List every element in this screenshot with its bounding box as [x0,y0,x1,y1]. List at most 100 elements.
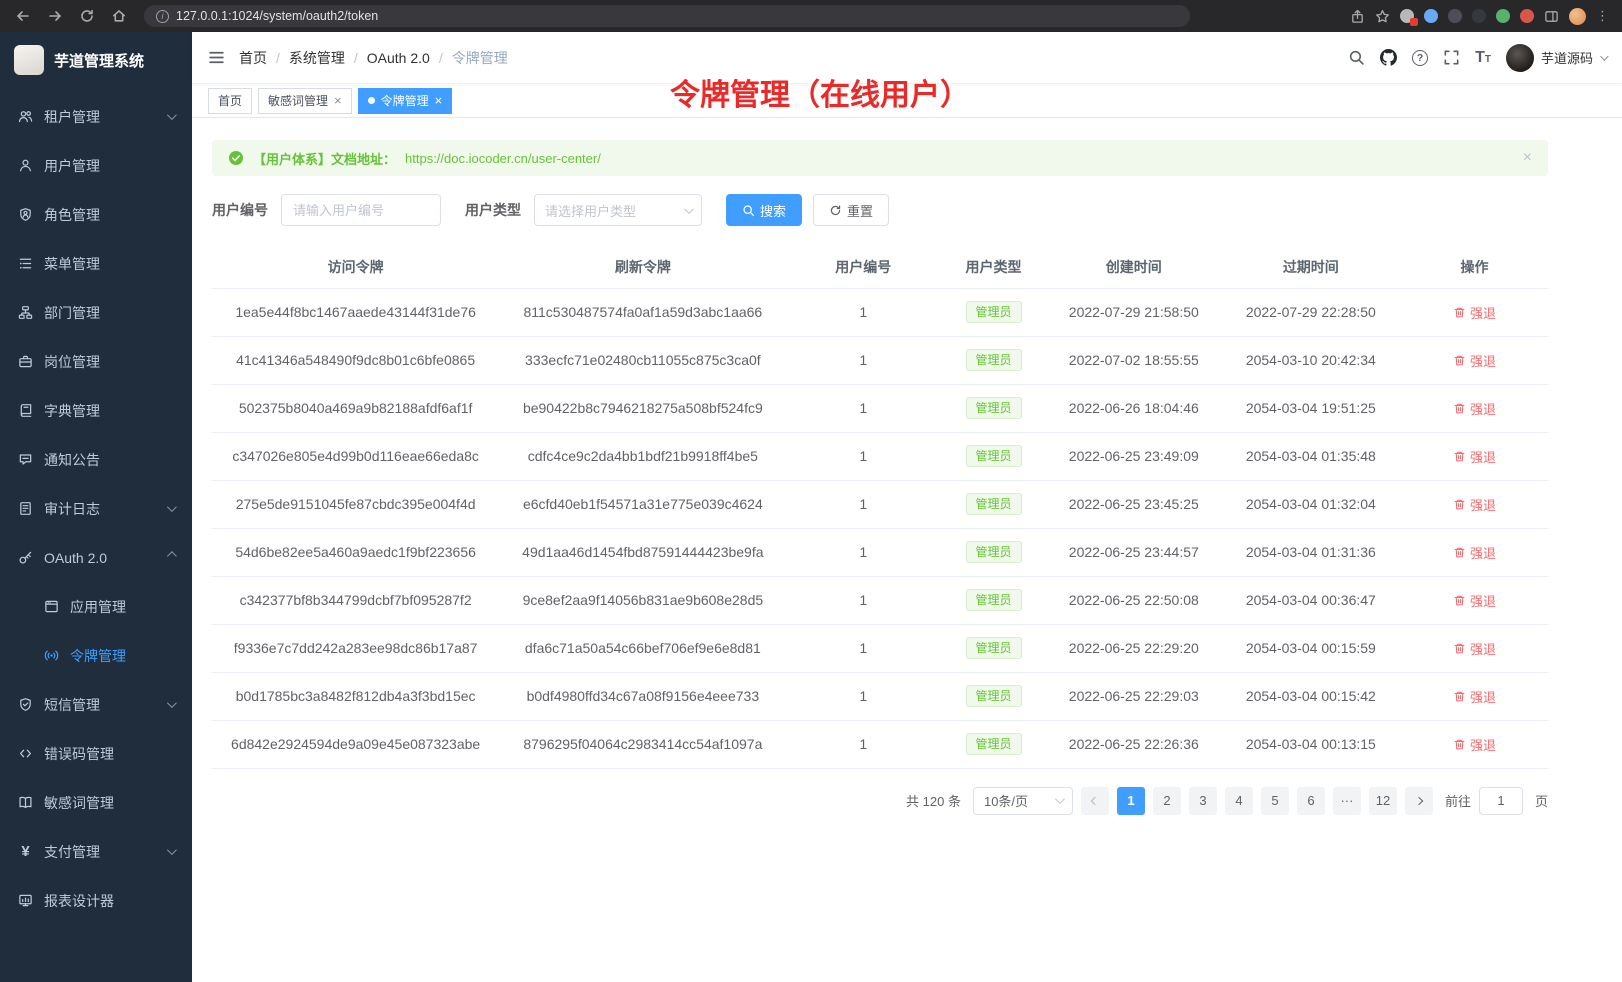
fullscreen-icon[interactable] [1443,49,1460,66]
sidebar-item-oauth-app[interactable]: 应用管理 [0,582,192,631]
help-icon[interactable]: ? [1412,50,1428,66]
close-icon[interactable]: × [435,94,443,107]
col-refresh-token: 刷新令牌 [499,246,786,288]
close-icon[interactable]: × [334,94,342,107]
force-logout-button[interactable]: 强退 [1453,735,1496,754]
font-size-icon[interactable]: TT [1475,49,1491,67]
more-menu-icon[interactable]: ⋮ [1596,8,1610,24]
sidebar-item-post[interactable]: 岗位管理 [0,337,192,386]
sidebar-item-sensitive-word[interactable]: 敏感词管理 [0,778,192,827]
user-menu[interactable]: 芋道源码 [1506,44,1606,72]
user-id-input[interactable] [281,194,441,226]
chart-monitor-icon [18,893,33,908]
refresh-token-cell: e6cfd40eb1f54571a31e775e039c4624 [499,480,786,528]
browser-profile-avatar[interactable] [1569,8,1586,25]
page-content: 【用户体系】文档地址： https://doc.iocoder.cn/user-… [192,118,1622,982]
force-logout-button[interactable]: 强退 [1453,399,1496,418]
filter-bar: 用户编号 用户类型 请选择用户类型 搜索 [212,194,1548,226]
prev-page-button[interactable] [1081,787,1109,815]
close-icon[interactable]: × [1523,149,1532,167]
breadcrumb-system[interactable]: 系统管理 [289,48,345,68]
table-row: c342377bf8b344799dcbf7bf095287f2 9ce8ef2… [212,576,1548,624]
sidebar-item-notice[interactable]: 通知公告 [0,435,192,484]
sidebar-item-oauth-token[interactable]: 令牌管理 [0,631,192,680]
extension-green-icon[interactable] [1496,9,1510,23]
reset-button[interactable]: 重置 [813,194,889,226]
pagination: 共 120 条 10条/页 1 2 3 4 5 6 ··· 12 前往 页 [212,787,1548,815]
tab-home[interactable]: 首页 [208,88,252,114]
sidebar-item-report-designer[interactable]: 报表设计器 [0,876,192,925]
extension-dark-icon[interactable] [1448,9,1462,23]
url-text: 127.0.0.1:1024/system/oauth2/token [176,9,378,23]
sidebar-item-audit-log[interactable]: 审计日志 [0,484,192,533]
force-logout-button[interactable]: 强退 [1453,351,1496,370]
sidebar-collapse-icon[interactable] [208,49,225,66]
delete-icon [1453,402,1466,415]
github-icon[interactable] [1380,49,1397,66]
user-id-cell: 1 [786,288,940,336]
share-icon[interactable] [1350,9,1365,24]
site-info-icon[interactable]: i [156,10,169,23]
user-type-cell: 管理员 [940,480,1047,528]
force-logout-button[interactable]: 强退 [1453,495,1496,514]
sidebar-item-error-code[interactable]: 错误码管理 [0,729,192,778]
tab-token[interactable]: 令牌管理 × [358,88,453,114]
more-pages-button[interactable]: ··· [1333,787,1361,815]
sidebar-item-oauth[interactable]: OAuth 2.0 [0,533,192,582]
doc-link[interactable]: https://doc.iocoder.cn/user-center/ [405,151,601,166]
extension-blue-icon[interactable] [1424,9,1438,23]
force-logout-button[interactable]: 强退 [1453,447,1496,466]
open-book-icon [18,795,33,810]
force-logout-button[interactable]: 强退 [1453,591,1496,610]
extension-red-icon[interactable] [1520,9,1534,23]
tab-sensitive-word[interactable]: 敏感词管理 × [258,88,352,114]
expire-time-cell: 2022-07-29 22:28:50 [1221,288,1401,336]
back-button[interactable] [10,3,36,29]
force-logout-button[interactable]: 强退 [1453,303,1496,322]
sidebar-item-tenant[interactable]: 租户管理 [0,92,192,141]
sidebar-item-dept[interactable]: 部门管理 [0,288,192,337]
extension-dark2-icon[interactable] [1472,9,1486,23]
side-panel-icon[interactable] [1544,9,1559,24]
refresh-token-cell: 8796295f04064c2983414cc54af1097a [499,720,786,768]
breadcrumb-oauth[interactable]: OAuth 2.0 [367,50,430,66]
sidebar-item-pay[interactable]: ¥ 支付管理 [0,827,192,876]
extension-badged-icon[interactable] [1400,9,1414,23]
page-size-select[interactable]: 10条/页 [973,787,1073,815]
reload-button[interactable] [74,3,100,29]
page-button-4[interactable]: 4 [1225,787,1253,815]
goto-page-input[interactable] [1479,787,1523,815]
home-button[interactable] [106,3,132,29]
page-button-3[interactable]: 3 [1189,787,1217,815]
force-logout-button[interactable]: 强退 [1453,639,1496,658]
force-logout-button[interactable]: 强退 [1453,543,1496,562]
sidebar-item-dict[interactable]: 字典管理 [0,386,192,435]
forward-button[interactable] [42,3,68,29]
create-time-cell: 2022-06-25 23:44:57 [1047,528,1221,576]
sidebar-item-role[interactable]: 角色管理 [0,190,192,239]
page-button-2[interactable]: 2 [1153,787,1181,815]
bookmark-star-icon[interactable] [1375,9,1390,24]
page-button-5[interactable]: 5 [1261,787,1289,815]
sidebar-item-menu[interactable]: 菜单管理 [0,239,192,288]
address-bar[interactable]: i 127.0.0.1:1024/system/oauth2/token [144,5,1190,27]
user-type-cell: 管理员 [940,720,1047,768]
access-token-cell: 275e5de9151045fe87cbdc395e004f4d [212,480,499,528]
breadcrumb-home[interactable]: 首页 [239,48,267,68]
search-button[interactable]: 搜索 [726,194,802,226]
create-time-cell: 2022-06-26 18:04:46 [1047,384,1221,432]
search-icon[interactable] [1348,49,1365,66]
next-page-button[interactable] [1405,787,1433,815]
sidebar: 芋道管理系统 租户管理 用户管理 角色管理 菜单管理 部门管理 [0,32,192,982]
page-button-6[interactable]: 6 [1297,787,1325,815]
user-type-cell: 管理员 [940,432,1047,480]
user-type-select[interactable]: 请选择用户类型 [534,194,702,226]
page-button-12[interactable]: 12 [1369,787,1397,815]
force-logout-button[interactable]: 强退 [1453,687,1496,706]
app-logo[interactable]: 芋道管理系统 [0,32,192,88]
sidebar-item-sms[interactable]: 短信管理 [0,680,192,729]
page-button-1[interactable]: 1 [1117,787,1145,815]
refresh-token-cell: 9ce8ef2aa9f14056b831ae9b608e28d5 [499,576,786,624]
action-cell: 强退 [1401,528,1548,576]
sidebar-item-user[interactable]: 用户管理 [0,141,192,190]
